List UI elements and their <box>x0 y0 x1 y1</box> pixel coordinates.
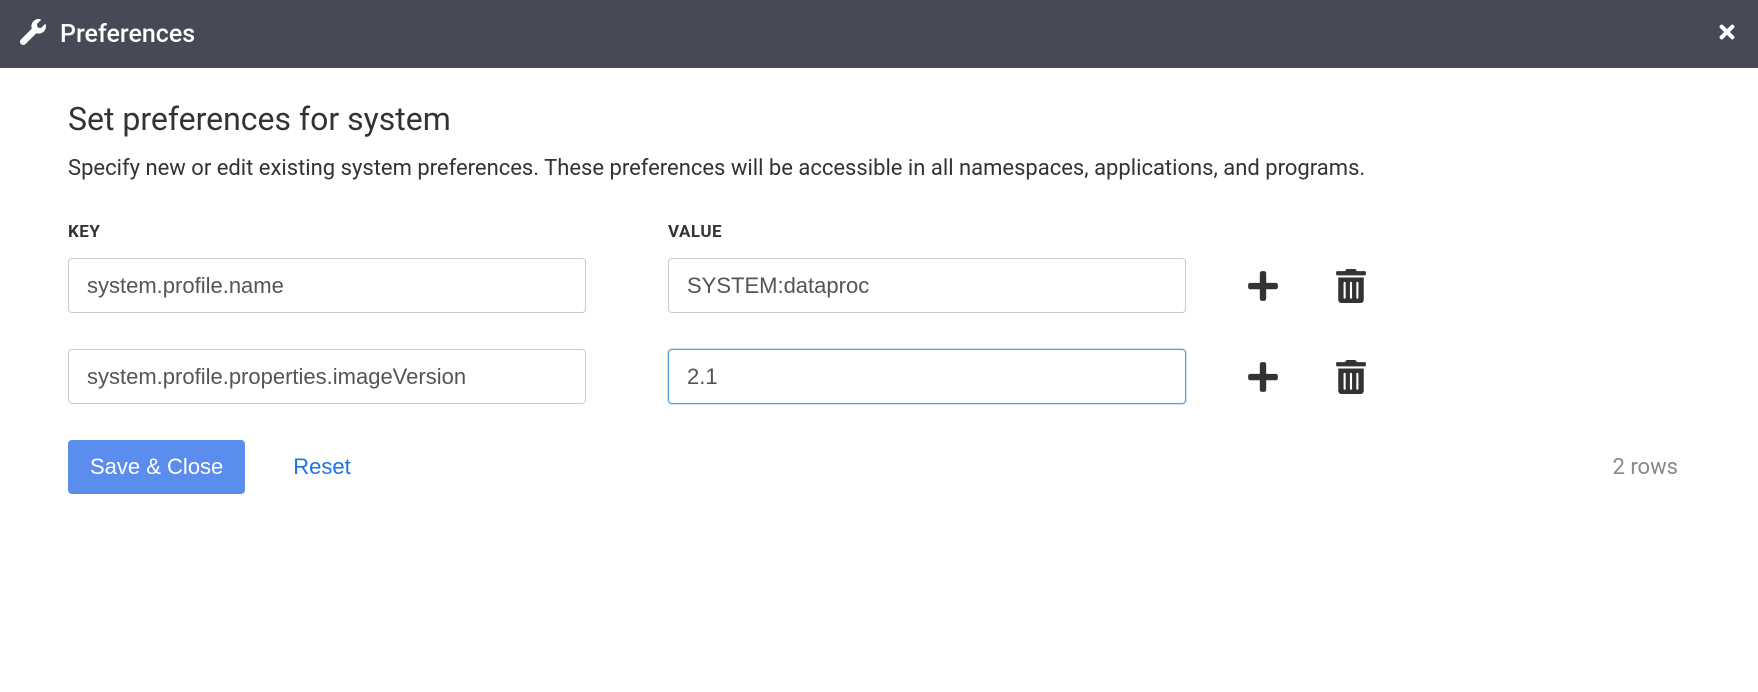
plus-icon[interactable] <box>1246 269 1280 303</box>
footer: Save & Close Reset 2 rows <box>68 440 1690 494</box>
key-input[interactable] <box>68 349 586 404</box>
modal-header: Preferences <box>0 0 1758 68</box>
header-left: Preferences <box>20 19 195 49</box>
modal-title: Preferences <box>60 20 195 49</box>
row-count: 2 rows <box>1613 455 1679 480</box>
table-headers: KEY VALUE <box>68 222 1690 242</box>
value-input[interactable] <box>668 349 1186 404</box>
footer-left: Save & Close Reset <box>68 440 351 494</box>
key-input[interactable] <box>68 258 586 313</box>
column-header-value: VALUE <box>668 222 722 242</box>
close-icon[interactable] <box>1716 21 1738 47</box>
page-description: Specify new or edit existing system pref… <box>68 152 1690 186</box>
column-header-key: KEY <box>68 222 668 242</box>
preferences-table: KEY VALUE <box>68 222 1690 404</box>
save-close-button[interactable]: Save & Close <box>68 440 245 494</box>
table-row <box>68 258 1690 313</box>
wrench-icon <box>20 19 46 49</box>
plus-icon[interactable] <box>1246 360 1280 394</box>
modal-content: Set preferences for system Specify new o… <box>0 68 1758 526</box>
reset-button[interactable]: Reset <box>293 454 350 480</box>
trash-icon[interactable] <box>1334 360 1368 394</box>
value-input[interactable] <box>668 258 1186 313</box>
page-title: Set preferences for system <box>68 100 1690 138</box>
row-actions <box>1246 360 1368 394</box>
table-row <box>68 349 1690 404</box>
row-actions <box>1246 269 1368 303</box>
trash-icon[interactable] <box>1334 269 1368 303</box>
